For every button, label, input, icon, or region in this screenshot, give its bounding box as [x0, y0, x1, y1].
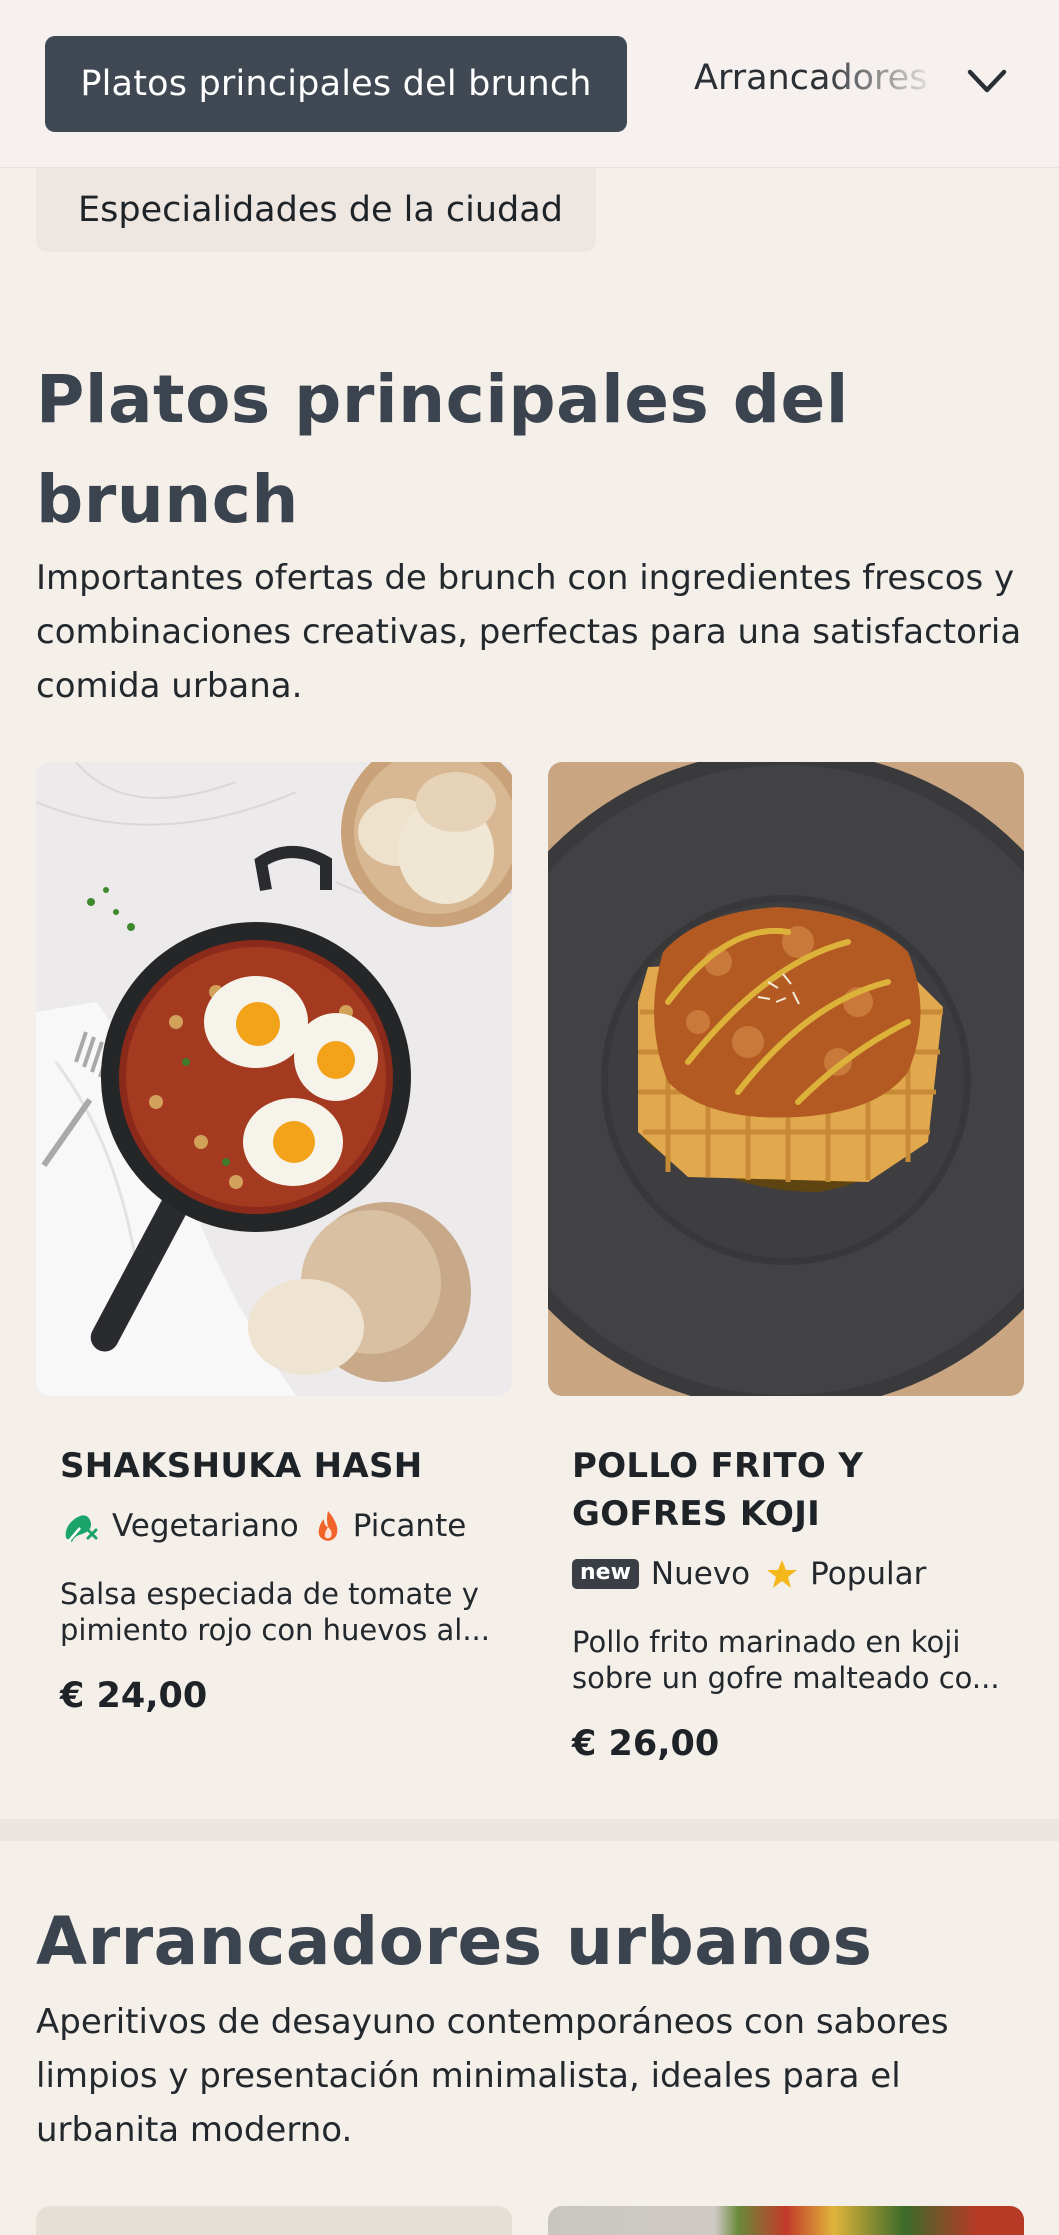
dish-price: € 26,00: [572, 1724, 720, 1764]
dish-image-shakshuka: [36, 762, 512, 1396]
tag-vegetarian: Vegetariano: [60, 1508, 299, 1544]
vegetarian-icon: [60, 1508, 100, 1544]
category-nav: Platos principales del brunch Arrancador…: [0, 0, 1059, 168]
star-icon: [766, 1558, 798, 1590]
tag-popular: Popular: [766, 1556, 926, 1592]
section-description-brunch-mains: Importantes ofertas de brunch con ingred…: [36, 558, 1022, 706]
tag-label: Vegetariano: [112, 1508, 299, 1544]
flame-icon: [315, 1509, 341, 1543]
dish-image-chicken-waffle: [548, 762, 1024, 1396]
nav-tab-brunch-mains[interactable]: Platos principales del brunch: [45, 36, 627, 132]
dish-title: SHAKSHUKA HASH: [60, 1446, 423, 1486]
dish-description: Salsa especiada de tomate y pimiento roj…: [60, 1577, 490, 1647]
menu-card-image-peek[interactable]: [548, 2206, 1024, 2235]
dish-tags: new Nuevo Popular: [572, 1552, 942, 1596]
section-title-brunch-mains: Platos principales del brunch: [36, 361, 849, 538]
section-title-urban-starters: Arrancadores urbanos: [36, 1903, 873, 1980]
section-divider: [0, 1819, 1059, 1841]
tag-new: new Nuevo: [572, 1556, 750, 1592]
new-badge: new: [572, 1559, 639, 1589]
menu-card-shakshuka[interactable]: SHAKSHUKA HASH Vegetariano Picante Salsa: [36, 762, 512, 1762]
chevron-down-icon[interactable]: [962, 62, 1012, 102]
dish-description: Pollo frito marinado en koji sobre un go…: [572, 1625, 1000, 1695]
tag-label: Picante: [352, 1508, 467, 1544]
tag-spicy: Picante: [315, 1508, 467, 1544]
dish-title: POLLO FRITO Y GOFRES KOJI: [572, 1446, 864, 1534]
tag-label: Nuevo: [650, 1556, 751, 1592]
nav-fade-overlay: [820, 40, 940, 130]
section-description-urban-starters: Aperitivos de desayuno contemporáneos co…: [36, 2002, 949, 2150]
dish-price: € 24,00: [60, 1676, 208, 1716]
menu-card-koji-chicken-waffle[interactable]: POLLO FRITO Y GOFRES KOJI new Nuevo Popu…: [548, 762, 1024, 1812]
dish-tags: Vegetariano Picante: [60, 1504, 482, 1548]
menu-card-image-peek[interactable]: [36, 2206, 512, 2235]
tag-label: Popular: [810, 1556, 927, 1592]
nav-tab-city-specialties[interactable]: Especialidades de la ciudad: [36, 168, 596, 252]
